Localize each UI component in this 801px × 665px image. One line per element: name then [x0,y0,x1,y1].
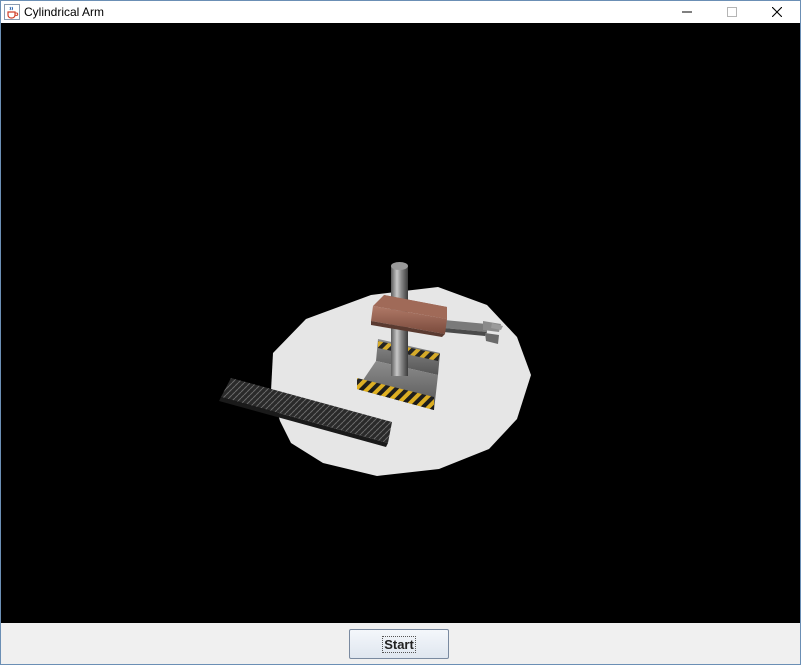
close-button[interactable] [754,1,799,23]
3d-canvas[interactable] [1,23,800,623]
java-cup-icon [4,4,20,20]
control-panel: Start [1,623,800,664]
maximize-icon [726,7,737,17]
maximize-button[interactable] [709,1,754,23]
app-window: Cylindrical Arm Start [0,0,801,665]
minimize-icon [681,11,692,13]
window-title: Cylindrical Arm [24,5,105,19]
start-button[interactable]: Start [349,629,449,659]
title-bar[interactable]: Cylindrical Arm [1,1,800,23]
minimize-button[interactable] [664,1,709,23]
3d-scene [219,262,531,476]
start-button-label: Start [382,635,416,653]
close-icon [771,7,782,17]
